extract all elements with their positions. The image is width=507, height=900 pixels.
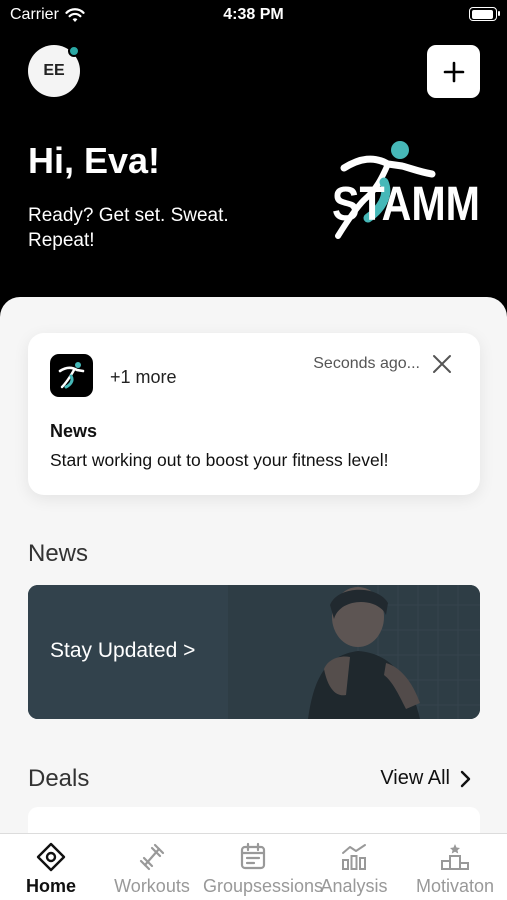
notification-body: Start working out to boost your fitness … — [50, 450, 389, 470]
deals-section-title: Deals — [28, 765, 90, 792]
chevron-right-icon — [460, 770, 471, 787]
add-button[interactable] — [427, 45, 480, 98]
tab-home-label: Home — [25, 876, 76, 896]
close-icon[interactable] — [431, 353, 453, 375]
runner-icon — [58, 362, 85, 389]
dumbbell-icon — [139, 843, 165, 871]
online-status-dot — [68, 45, 80, 57]
tagline: Ready? Get set. Sweat. Repeat! — [28, 205, 229, 251]
tab-groupsessions[interactable]: Groupsessions — [203, 842, 323, 897]
tab-motivaton[interactable]: Motivaton — [405, 842, 505, 897]
calendar-icon — [240, 842, 266, 870]
notification-time: Seconds ago... — [313, 355, 420, 372]
tab-workouts[interactable]: Workouts — [102, 842, 202, 897]
tab-analysis-label: Analysis — [320, 876, 388, 896]
notification-more: +1 more — [110, 367, 177, 387]
news-section-title: News — [28, 540, 89, 567]
view-all-link[interactable]: View All — [380, 767, 471, 790]
avatar-initials: EE — [43, 62, 65, 79]
app-icon — [50, 354, 93, 397]
podium-icon — [441, 844, 469, 870]
notification-title: News — [50, 421, 98, 441]
clock: 4:38 PM — [223, 6, 284, 23]
tab-home[interactable]: Home — [1, 842, 101, 897]
avatar[interactable]: EE — [28, 45, 80, 97]
battery-icon — [469, 7, 500, 21]
stamm-logo: STAMM — [332, 141, 480, 239]
tab-workouts-label: Workouts — [114, 876, 190, 896]
home-icon — [36, 842, 66, 872]
notification-card[interactable]: +1 more Seconds ago... News Start workin… — [28, 333, 480, 495]
view-all-label: View All — [380, 767, 450, 789]
status-bar: Carrier 4:38 PM — [0, 0, 507, 32]
tab-analysis[interactable]: Analysis — [304, 842, 404, 897]
plus-icon — [443, 61, 464, 82]
news-card-label: Stay Updated > — [50, 639, 196, 662]
tab-motivaton-label: Motivaton — [415, 876, 495, 896]
chart-icon — [342, 844, 366, 870]
tab-bar: Home Workouts Groupsessions Analysis Mot… — [0, 833, 507, 900]
logo-text: STAMM — [332, 178, 480, 231]
news-card[interactable]: Stay Updated > — [28, 585, 480, 719]
main-content: +1 more Seconds ago... News Start workin… — [0, 297, 507, 847]
greeting-title: Hi, Eva! — [28, 140, 161, 181]
